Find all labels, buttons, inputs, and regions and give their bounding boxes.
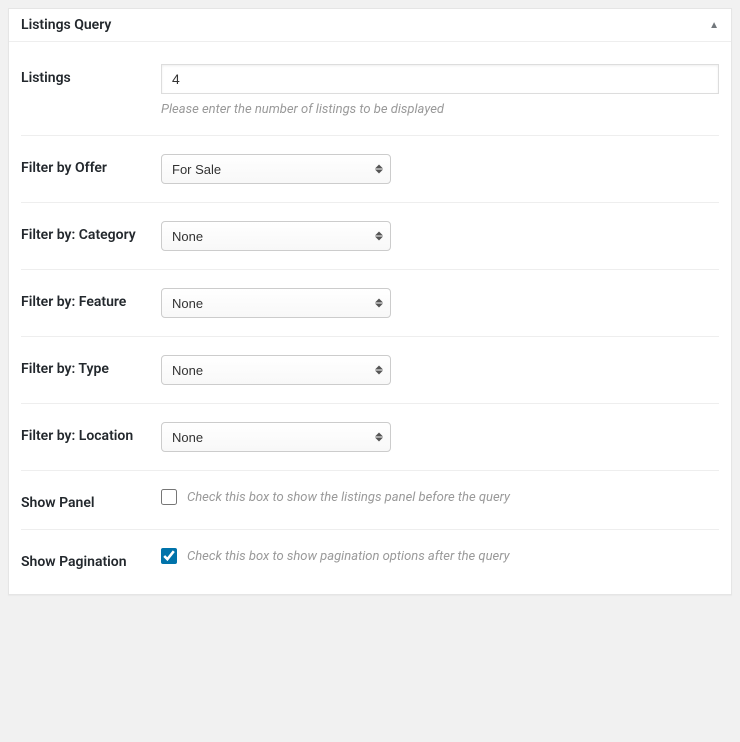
listings-label: Listings [21,64,161,86]
show-panel-label: Show Panel [21,489,161,511]
offer-control: For Sale [161,154,719,184]
location-select[interactable]: None [161,422,391,452]
show-panel-help-text: Check this box to show the listings pane… [187,490,510,505]
field-row-type: Filter by: Type None [21,337,719,404]
listings-help-text: Please enter the number of listings to b… [161,102,719,117]
feature-label: Filter by: Feature [21,288,161,310]
type-label: Filter by: Type [21,355,161,377]
show-pagination-help-text: Check this box to show pagination option… [187,549,510,564]
collapse-toggle-icon[interactable]: ▲ [709,20,719,31]
offer-select[interactable]: For Sale [161,154,391,184]
feature-select[interactable]: None [161,288,391,318]
field-row-offer: Filter by Offer For Sale [21,136,719,203]
listings-input[interactable] [161,64,719,94]
field-row-show-panel: Show Panel Check this box to show the li… [21,471,719,530]
category-control: None [161,221,719,251]
listings-query-metabox: Listings Query ▲ Listings Please enter t… [8,8,732,595]
field-row-feature: Filter by: Feature None [21,270,719,337]
field-row-listings: Listings Please enter the number of list… [21,54,719,136]
field-row-show-pagination: Show Pagination Check this box to show p… [21,530,719,594]
type-control: None [161,355,719,385]
field-row-location: Filter by: Location None [21,404,719,471]
field-row-category: Filter by: Category None [21,203,719,270]
category-select[interactable]: None [161,221,391,251]
location-control: None [161,422,719,452]
show-pagination-control: Check this box to show pagination option… [161,548,719,564]
metabox-body: Listings Please enter the number of list… [9,42,731,594]
show-pagination-label: Show Pagination [21,548,161,570]
show-pagination-checkbox[interactable] [161,548,177,564]
offer-label: Filter by Offer [21,154,161,176]
feature-control: None [161,288,719,318]
show-panel-checkbox[interactable] [161,489,177,505]
type-select[interactable]: None [161,355,391,385]
metabox-header: Listings Query ▲ [9,9,731,42]
show-panel-control: Check this box to show the listings pane… [161,489,719,505]
metabox-title: Listings Query [21,17,111,33]
category-label: Filter by: Category [21,221,161,243]
listings-control: Please enter the number of listings to b… [161,64,719,117]
location-label: Filter by: Location [21,422,161,444]
